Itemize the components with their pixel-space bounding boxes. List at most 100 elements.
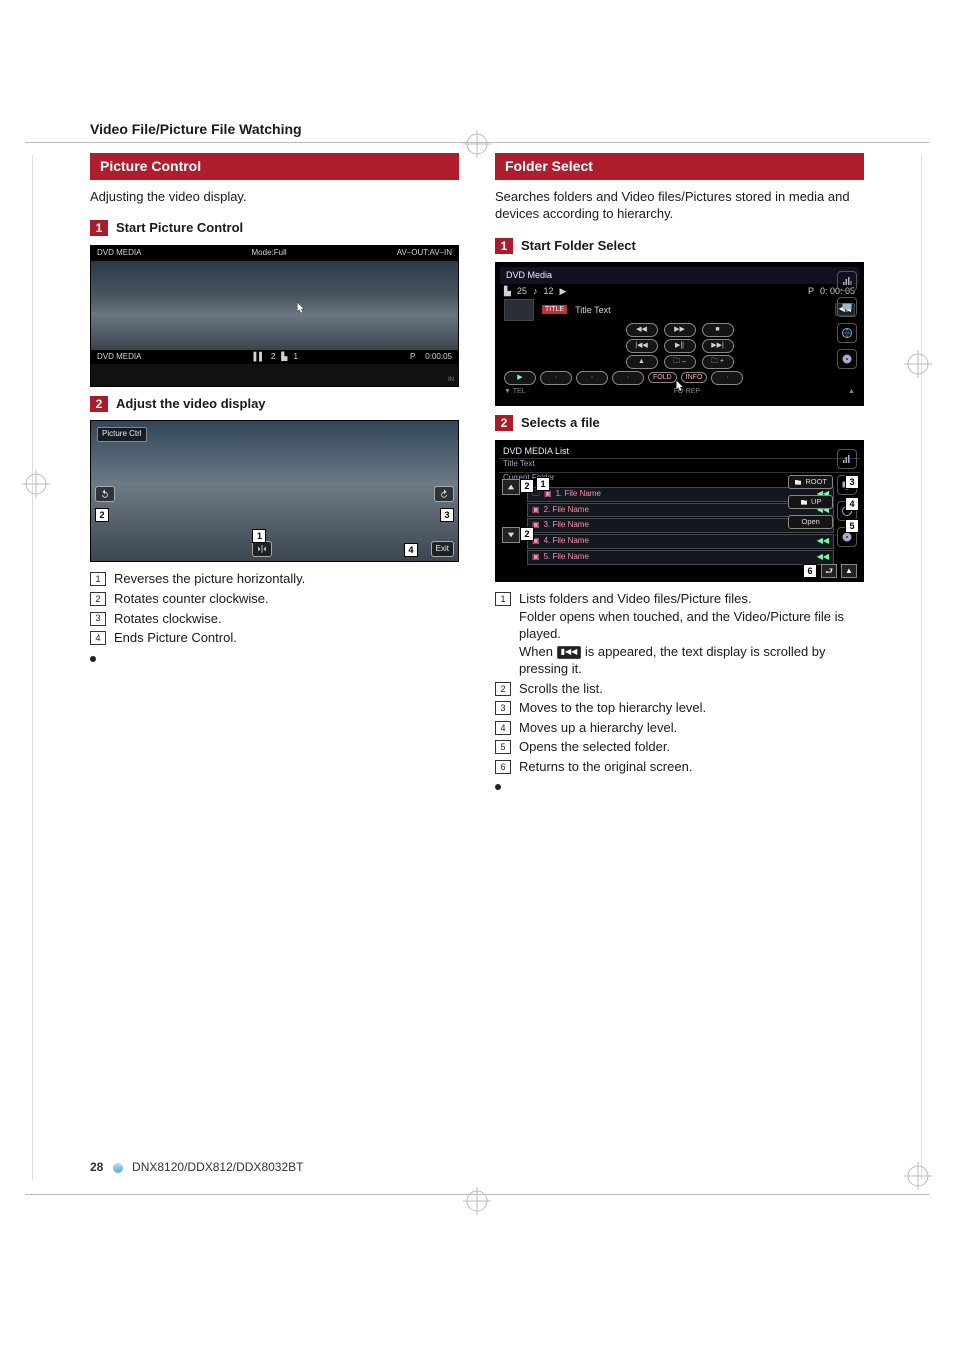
list-sidebar xyxy=(835,445,859,577)
step-2: 2 Adjust the video display xyxy=(90,395,459,413)
step-text-1r: Start Folder Select xyxy=(521,237,636,255)
step-1: 1 Start Picture Control xyxy=(90,219,459,237)
disc-icon: ▌▌ xyxy=(254,352,265,363)
callout-1: 1 xyxy=(252,529,266,543)
next-button[interactable]: ▶▶| xyxy=(702,339,734,353)
step-badge-2: 2 xyxy=(90,396,108,412)
track-icon: ▙ xyxy=(281,352,287,363)
list-callout-5: 5 xyxy=(845,519,859,533)
back-icon[interactable]: ⮐ xyxy=(821,564,837,578)
file-name-2: 2. File Name xyxy=(544,505,589,516)
fastfwd-button[interactable]: ▶▶ xyxy=(664,323,696,337)
end-dot xyxy=(90,656,96,662)
up-button[interactable]: UP xyxy=(788,495,833,509)
lead-right: Searches folders and Video files/Picture… xyxy=(495,188,864,223)
stop-button[interactable]: ■ xyxy=(702,323,734,337)
r-txt-6: Returns to the original screen. xyxy=(519,758,864,776)
screenshot-touchscreen: DVD MEDIA Mode:Full AV–OUT:AV–IN DVD MED… xyxy=(90,245,459,387)
screenshot-picture-ctrl: Picture Ctrl Exit 1 2 3 4 xyxy=(90,420,459,562)
list-callout-4: 4 xyxy=(845,497,859,511)
title-badge: TITLE xyxy=(542,305,567,314)
opt2-button[interactable]: · xyxy=(576,371,608,385)
shot-source-label: DVD MEDIA xyxy=(97,248,141,259)
playpause-button[interactable]: ▶|| xyxy=(664,339,696,353)
file-name-3: 3. File Name xyxy=(544,520,589,531)
list-header: DVD MEDIA List xyxy=(499,444,860,458)
list-callout-6: 6 xyxy=(803,564,817,578)
step-2-right: 2 Selects a file xyxy=(495,414,864,432)
callout-3: 3 xyxy=(440,508,454,522)
crop-line-left xyxy=(32,155,33,1180)
file-row-5[interactable]: ▣5. File Name◀◀ xyxy=(527,550,834,565)
video-area[interactable] xyxy=(91,262,458,350)
rotate-ccw-button[interactable] xyxy=(95,486,115,502)
lead-text: Adjusting the video display. xyxy=(90,188,459,206)
shot-avout-label: AV–OUT:AV–IN xyxy=(397,248,452,259)
r-txt-1c-prefix: When xyxy=(519,644,557,659)
picture-ctrl-legend: 1Reverses the picture horizontally. 2Rot… xyxy=(90,570,459,646)
list-callout-3: 3 xyxy=(845,475,859,489)
scroll-down-button[interactable] xyxy=(502,527,520,543)
page-up-icon[interactable]: ▲ xyxy=(841,564,857,578)
r-num-5: 5 xyxy=(495,740,511,754)
file-name-4: 4. File Name xyxy=(544,536,589,547)
mirror-button[interactable] xyxy=(252,541,272,557)
device-sidebar xyxy=(835,267,859,401)
footer-bullet-icon xyxy=(113,1163,123,1173)
scroll-chip-icon: ▮◀◀ xyxy=(557,646,582,659)
legend-txt-1: Reverses the picture horizontally. xyxy=(114,570,459,588)
step-1-right: 1 Start Folder Select xyxy=(495,237,864,255)
legend-num-4: 4 xyxy=(90,631,106,645)
up-label: UP xyxy=(811,497,821,507)
root-button[interactable]: ROOT xyxy=(788,475,833,489)
state-label: P xyxy=(808,285,814,297)
file-row-4[interactable]: ▣4. File Name◀◀ xyxy=(527,534,834,549)
legend-txt-3: Rotates clockwise. xyxy=(114,610,459,628)
r-num-1: 1 xyxy=(495,592,511,606)
step-badge-2r: 2 xyxy=(495,415,513,431)
eq-icon[interactable] xyxy=(837,449,857,469)
r-txt-1b: Folder opens when touched, and the Video… xyxy=(519,609,844,642)
in-label: IN xyxy=(448,376,454,384)
rotate-cw-button[interactable] xyxy=(434,486,454,502)
right-column: Folder Select Searches folders and Video… xyxy=(495,153,864,795)
scroll-text-icon[interactable]: ◀◀ xyxy=(817,536,829,547)
screenshot-dvd-media: DVD Media ▙ 25 ♪ 12 ▶ P 0: 00: 05 TITLE … xyxy=(495,262,864,406)
scroll-up-button[interactable] xyxy=(502,479,520,495)
r-num-2: 2 xyxy=(495,682,511,696)
prev-button[interactable]: |◀◀ xyxy=(626,339,658,353)
panel-title-picture-control: Picture Control xyxy=(90,153,459,180)
exit-button[interactable]: Exit xyxy=(431,541,454,558)
open-button[interactable]: Open xyxy=(788,515,833,529)
crop-line-right xyxy=(921,155,922,1180)
rewind-button[interactable]: ◀◀ xyxy=(626,323,658,337)
callout-4: 4 xyxy=(404,543,418,557)
page-footer: 28 DNX8120/DDX812/DDX8032BT xyxy=(90,1159,303,1175)
chapter-icon: ▙ xyxy=(504,285,511,297)
opt1-button[interactable]: · xyxy=(540,371,572,385)
disc-icon[interactable] xyxy=(837,349,857,369)
step-badge-1: 1 xyxy=(90,220,108,236)
opt4-button[interactable]: · xyxy=(711,371,743,385)
step-text-2r: Selects a file xyxy=(521,414,600,432)
legend-num-3: 3 xyxy=(90,612,106,626)
folder-down-button[interactable]: 🗀 – xyxy=(664,355,696,369)
globe-icon[interactable] xyxy=(837,323,857,343)
play-time: 0:00:05 xyxy=(425,352,452,363)
scroll-text-icon[interactable]: ◀◀ xyxy=(817,552,829,563)
eq-icon[interactable] xyxy=(837,271,857,291)
left-column: Picture Control Adjusting the video disp… xyxy=(90,153,459,795)
list-callout-2b: 2 xyxy=(520,527,534,541)
legend-num-2: 2 xyxy=(90,592,106,606)
footer-models: DNX8120/DDX812/DDX8032BT xyxy=(132,1160,303,1174)
folder-up-button[interactable]: 🗀 + xyxy=(702,355,734,369)
chapter-number: 25 xyxy=(517,285,527,297)
opt3-button[interactable]: · xyxy=(612,371,644,385)
list-callout-1: 1 xyxy=(536,477,550,491)
r-num-6: 6 xyxy=(495,760,511,774)
more-button[interactable]: ▶ xyxy=(504,371,536,385)
screen-icon[interactable] xyxy=(837,297,857,317)
pointer-icon xyxy=(672,379,686,395)
eject-button[interactable]: ▲ xyxy=(626,355,658,369)
step-text-1: Start Picture Control xyxy=(116,219,243,237)
